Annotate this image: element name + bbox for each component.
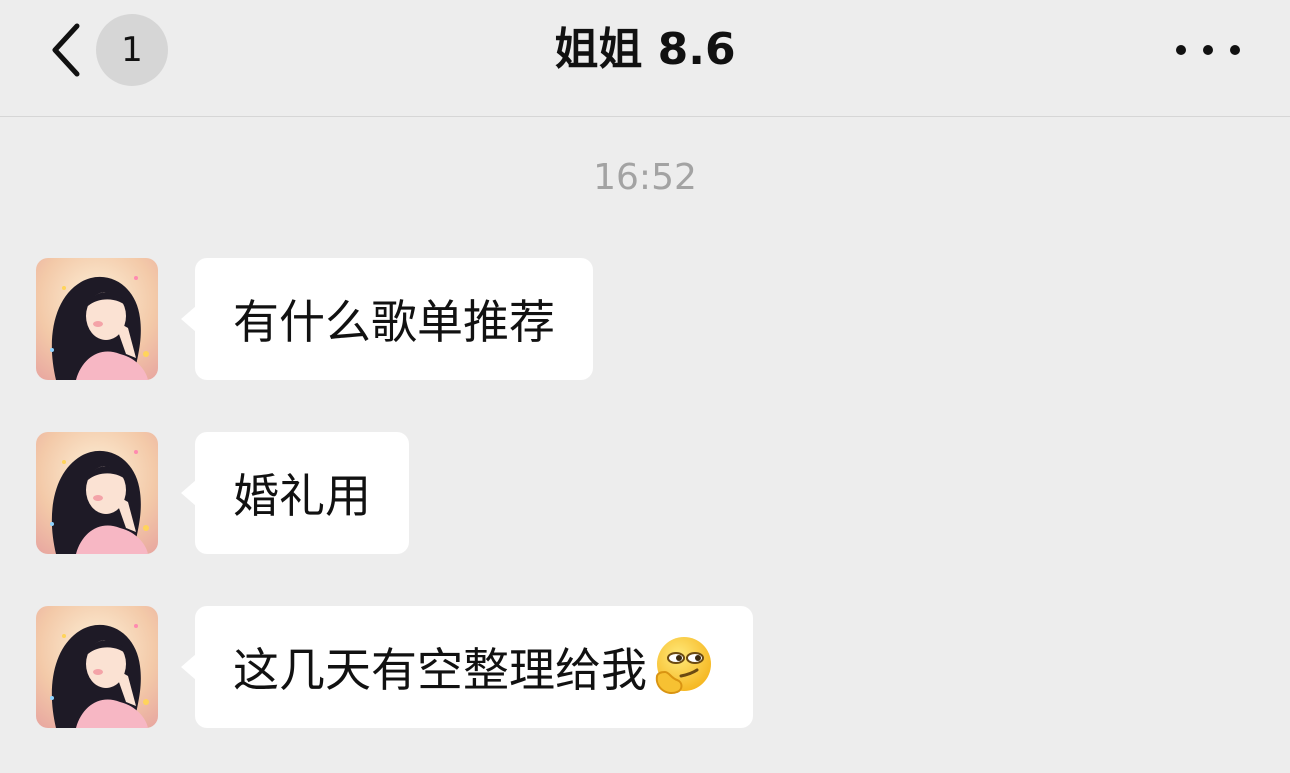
message-text: 这几天有空整理给我 <box>233 643 647 697</box>
message-bubble[interactable]: 婚礼用 <box>181 432 409 554</box>
message-text: 有什么歌单推荐 <box>233 295 555 349</box>
chat-title: 姐姐 8.6 <box>554 24 736 75</box>
more-options-button[interactable] <box>1176 28 1240 72</box>
avatar[interactable] <box>36 606 158 728</box>
ellipsis-icon <box>1176 45 1186 55</box>
smirk-emoji-icon <box>655 637 711 694</box>
avatar[interactable] <box>36 432 158 554</box>
message-bubble[interactable]: 这几天有空整理给我 <box>181 606 753 728</box>
chat-header: 1 姐姐 8.6 <box>0 0 1290 117</box>
chevron-left-icon <box>52 23 80 77</box>
avatar[interactable] <box>36 258 158 380</box>
chat-screen: 1 姐姐 8.6 16:52 有什么歌单推荐 婚礼用 这几天有空整理给我 <box>0 0 1290 773</box>
back-button[interactable] <box>44 22 88 78</box>
unread-count-badge[interactable]: 1 <box>96 14 168 86</box>
message-timestamp: 16:52 <box>593 157 697 198</box>
message-text: 婚礼用 <box>233 469 371 523</box>
message-bubble[interactable]: 有什么歌单推荐 <box>181 258 593 380</box>
